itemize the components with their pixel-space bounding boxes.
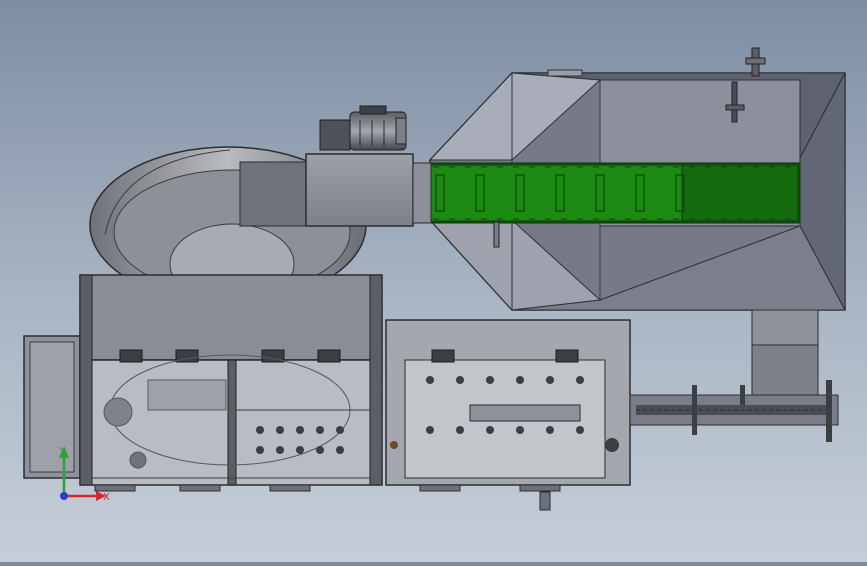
drive-motor xyxy=(319,105,407,151)
cad-viewport[interactable]: Y X xyxy=(0,0,867,562)
axis-y-label: Y xyxy=(58,446,66,457)
machine-assembly-drawing: Y X xyxy=(23,47,846,511)
axis-x-label: X xyxy=(103,492,110,503)
hopper-support xyxy=(751,309,819,396)
hopper-lip xyxy=(547,69,583,77)
feed-duct xyxy=(239,153,432,227)
left-frame xyxy=(79,274,383,486)
control-cabinet xyxy=(23,335,81,479)
machine-feet xyxy=(94,484,561,511)
right-frame xyxy=(385,319,631,486)
